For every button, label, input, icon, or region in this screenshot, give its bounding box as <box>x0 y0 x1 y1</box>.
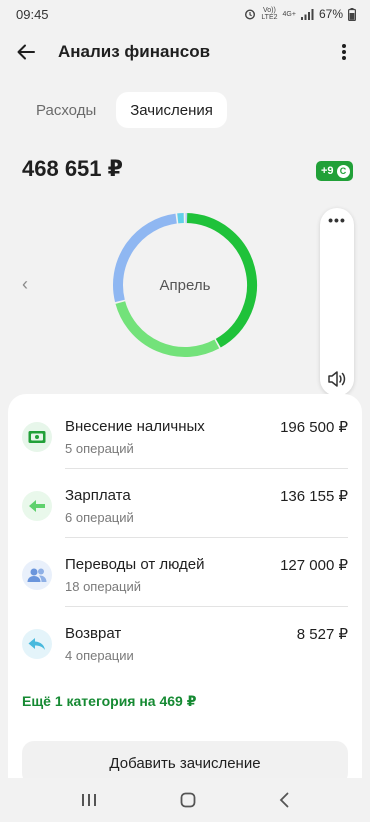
alarm-icon <box>245 9 256 20</box>
arrow-back-icon <box>17 44 35 60</box>
tab-expenses[interactable]: Расходы <box>22 92 110 128</box>
back-nav-icon[interactable] <box>279 792 289 808</box>
category-count: 18 операций <box>65 579 142 594</box>
previous-month-button[interactable]: ‹ <box>22 274 28 295</box>
more-options-button[interactable] <box>332 40 356 64</box>
recent-apps-icon[interactable] <box>81 793 97 807</box>
category-count: 4 операции <box>65 648 134 663</box>
category-icon-wrapper <box>22 422 52 452</box>
bonus-value: +9 <box>321 165 334 177</box>
page-title: Анализ финансов <box>58 42 211 61</box>
categories-card: Внесение наличных 5 операций 196 500 ₽ З… <box>8 394 362 785</box>
app-bar: Анализ финансов <box>0 30 370 74</box>
tab-income[interactable]: Зачисления <box>116 92 227 128</box>
volte-indicator: Vo)) LTE2 <box>261 7 277 21</box>
people-icon <box>27 568 47 582</box>
cash-icon <box>28 431 46 443</box>
more-categories-link[interactable]: Ещё 1 категория на 469 ₽ <box>22 693 196 710</box>
back-button[interactable] <box>14 40 38 64</box>
category-name: Зарплата <box>65 487 131 504</box>
sber-spasibo-icon: С <box>336 164 350 178</box>
category-amount: 136 155 ₽ <box>280 488 348 505</box>
category-icon-wrapper <box>22 629 52 659</box>
speaker-icon[interactable] <box>327 370 347 388</box>
list-item[interactable]: Внесение наличных 5 операций 196 500 ₽ <box>22 416 348 476</box>
list-item[interactable]: Переводы от людей 18 операций 127 000 ₽ <box>22 554 348 614</box>
bonus-badge[interactable]: +9 С <box>316 161 353 181</box>
battery-level: 67% <box>318 7 343 21</box>
return-icon <box>28 638 45 650</box>
status-time: 09:45 <box>16 6 49 22</box>
signal-icon <box>300 8 314 20</box>
category-count: 5 операций <box>65 441 134 456</box>
category-amount: 8 527 ₽ <box>296 626 348 643</box>
network-type: 4G+ <box>282 10 296 18</box>
category-icon-wrapper <box>22 560 52 590</box>
category-name: Возврат <box>65 625 122 642</box>
list-item[interactable]: Зарплата 6 операций 136 155 ₽ <box>22 485 348 545</box>
home-icon[interactable] <box>180 792 196 808</box>
income-donut-chart: Апрель <box>110 210 260 360</box>
tabs: Расходы Зачисления <box>22 92 227 128</box>
month-label: Апрель <box>159 276 211 294</box>
divider <box>65 537 348 538</box>
category-name: Переводы от людей <box>65 556 205 573</box>
category-name: Внесение наличных <box>65 418 205 435</box>
arrow-left-icon <box>29 500 45 512</box>
total-amount: 468 651 ₽ <box>22 156 123 181</box>
more-vertical-icon <box>342 44 346 60</box>
divider <box>65 468 348 469</box>
divider <box>65 606 348 607</box>
status-bar: 09:45 Vo)) LTE2 4G+ 67% <box>0 0 370 28</box>
volte-bottom: LTE2 <box>261 14 278 21</box>
volume-panel[interactable]: ••• <box>320 208 354 396</box>
category-amount: 196 500 ₽ <box>280 419 348 436</box>
volume-settings-icon[interactable]: ••• <box>320 212 354 228</box>
status-icons: Vo)) LTE2 4G+ 67% <box>244 7 356 21</box>
category-icon-wrapper <box>22 491 52 521</box>
category-count: 6 операций <box>65 510 134 525</box>
list-item[interactable]: Возврат 4 операции 8 527 ₽ <box>22 623 348 683</box>
battery-icon <box>348 7 356 21</box>
system-nav-bar <box>0 778 370 822</box>
volte-top: Vo)) <box>263 7 276 14</box>
category-amount: 127 000 ₽ <box>280 557 348 574</box>
